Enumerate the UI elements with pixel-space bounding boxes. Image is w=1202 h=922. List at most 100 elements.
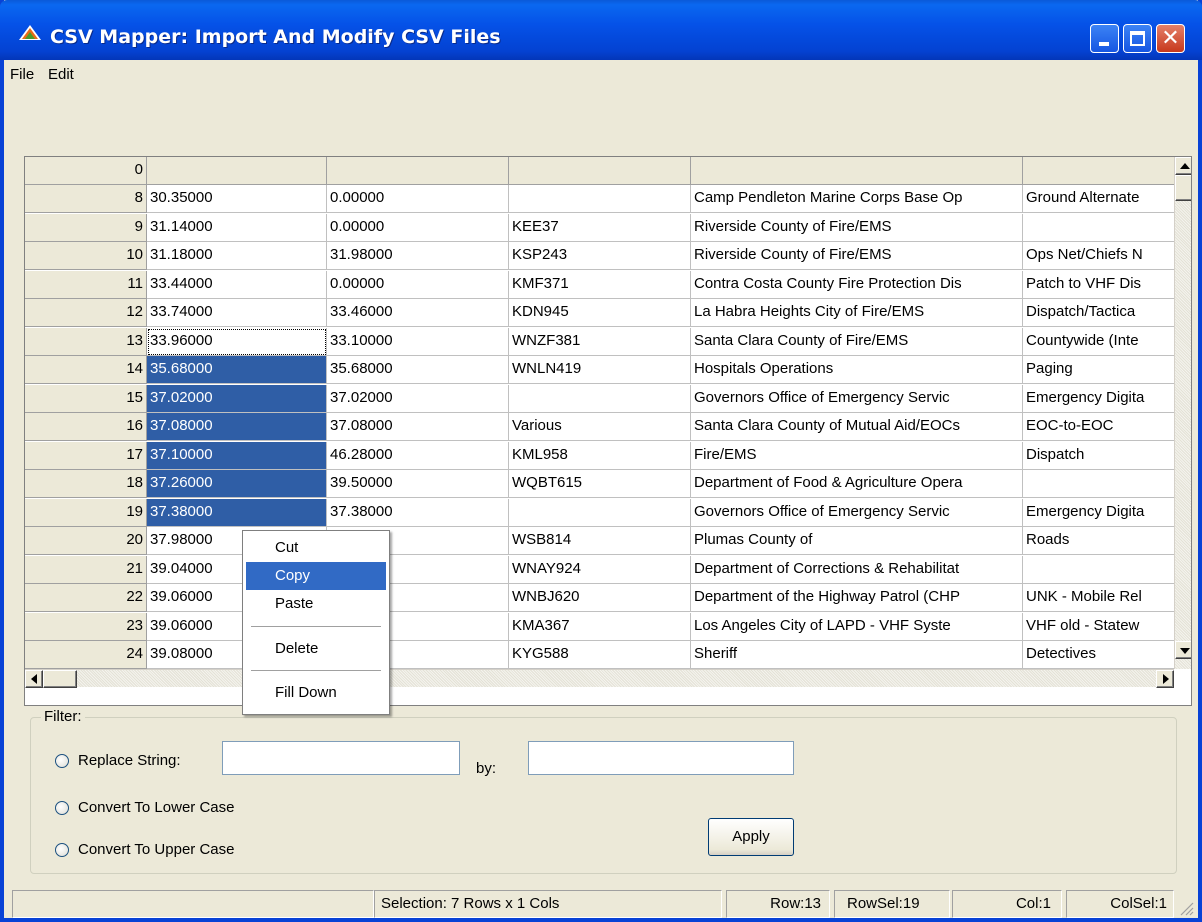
grid-cell[interactable]: Department of Corrections & Rehabilitat: [691, 556, 1023, 584]
grid-cell[interactable]: 33.46000: [327, 299, 509, 327]
grid-cell[interactable]: 0.00000: [327, 185, 509, 213]
grid-cell[interactable]: UNK - Mobile Rel: [1023, 584, 1175, 612]
replace-string-label[interactable]: Replace String:: [78, 752, 181, 769]
grid-cell[interactable]: KYG588: [509, 641, 691, 669]
grid-cell[interactable]: Governors Office of Emergency Servic: [691, 385, 1023, 413]
grid-cell[interactable]: WNAY924: [509, 556, 691, 584]
by-input[interactable]: [528, 741, 794, 775]
horizontal-scroll-thumb[interactable]: [43, 670, 77, 688]
grid-cell[interactable]: 37.08000: [147, 413, 327, 441]
row-header[interactable]: 17: [25, 442, 147, 470]
grid-cell[interactable]: Detectives: [1023, 641, 1175, 669]
replace-string-input[interactable]: [222, 741, 460, 775]
row-header[interactable]: 21: [25, 556, 147, 584]
row-header[interactable]: 8: [25, 185, 147, 213]
grid-cell[interactable]: Camp Pendleton Marine Corps Base Op: [691, 185, 1023, 213]
grid-cell[interactable]: [509, 185, 691, 213]
apply-button[interactable]: Apply: [708, 818, 794, 856]
grid-cell[interactable]: 33.10000: [327, 328, 509, 356]
column-header[interactable]: [691, 157, 1023, 185]
grid-cell[interactable]: EOC-to-EOC: [1023, 413, 1175, 441]
grid-cell[interactable]: WSB814: [509, 527, 691, 555]
grid-cell[interactable]: Countywide (Inte: [1023, 328, 1175, 356]
column-header[interactable]: [509, 157, 691, 185]
row-header[interactable]: 18: [25, 470, 147, 498]
grid-cell[interactable]: KEE37: [509, 214, 691, 242]
minimize-button[interactable]: [1090, 24, 1119, 53]
grid-cell[interactable]: 39.50000: [327, 470, 509, 498]
context-menu-paste[interactable]: Paste: [246, 590, 386, 618]
grid-cell[interactable]: KMA367: [509, 613, 691, 641]
maximize-button[interactable]: [1123, 24, 1152, 53]
grid-cell[interactable]: La Habra Heights City of Fire/EMS: [691, 299, 1023, 327]
grid-cell[interactable]: 37.38000: [147, 499, 327, 527]
grid-cell[interactable]: 46.28000: [327, 442, 509, 470]
grid-cell[interactable]: WNBJ620: [509, 584, 691, 612]
grid-cell[interactable]: Dispatch: [1023, 442, 1175, 470]
grid-cell[interactable]: WQBT615: [509, 470, 691, 498]
row-header[interactable]: 11: [25, 271, 147, 299]
scroll-right-button[interactable]: [1156, 670, 1174, 688]
grid-cell[interactable]: 0.00000: [327, 271, 509, 299]
grid-cell[interactable]: WNLN419: [509, 356, 691, 384]
upper-case-label[interactable]: Convert To Upper Case: [78, 841, 234, 858]
grid-cell[interactable]: Various: [509, 413, 691, 441]
title-bar[interactable]: CSV Mapper: Import And Modify CSV Files …: [0, 0, 1202, 60]
grid-cell[interactable]: Sheriff: [691, 641, 1023, 669]
row-header[interactable]: 14: [25, 356, 147, 384]
grid-cell[interactable]: [509, 385, 691, 413]
resize-grip-icon[interactable]: [1178, 900, 1194, 916]
grid-cell[interactable]: 30.35000: [147, 185, 327, 213]
grid-cell[interactable]: 33.96000: [147, 328, 327, 356]
grid-cell[interactable]: 31.98000: [327, 242, 509, 270]
grid-cell[interactable]: 35.68000: [147, 356, 327, 384]
horizontal-scrollbar[interactable]: [25, 669, 1174, 688]
grid-cell[interactable]: [509, 499, 691, 527]
grid-cell[interactable]: Patch to VHF Dis: [1023, 271, 1175, 299]
grid-cell[interactable]: Ground Alternate: [1023, 185, 1175, 213]
grid-cell[interactable]: 37.26000: [147, 470, 327, 498]
column-header[interactable]: [327, 157, 509, 185]
menu-edit[interactable]: Edit: [48, 66, 74, 83]
row-header[interactable]: 9: [25, 214, 147, 242]
grid-cell[interactable]: Department of the Highway Patrol (CHP: [691, 584, 1023, 612]
scroll-left-button[interactable]: [25, 670, 43, 688]
lower-case-label[interactable]: Convert To Lower Case: [78, 799, 234, 816]
menu-file[interactable]: File: [10, 66, 34, 83]
row-header[interactable]: 19: [25, 499, 147, 527]
grid-cell[interactable]: 33.44000: [147, 271, 327, 299]
context-menu-fill-down[interactable]: Fill Down: [246, 679, 386, 707]
grid-cell[interactable]: Riverside County of Fire/EMS: [691, 214, 1023, 242]
column-header[interactable]: [1023, 157, 1175, 185]
data-grid[interactable]: 0 8 30.35000 0.00000 Camp Pendleton Marine …: [24, 156, 1192, 706]
grid-cell[interactable]: KML958: [509, 442, 691, 470]
row-header[interactable]: 16: [25, 413, 147, 441]
grid-cell[interactable]: Riverside County of Fire/EMS: [691, 242, 1023, 270]
grid-cell[interactable]: Hospitals Operations: [691, 356, 1023, 384]
grid-cell[interactable]: 37.02000: [327, 385, 509, 413]
row-header[interactable]: 20: [25, 527, 147, 555]
column-header[interactable]: [147, 157, 327, 185]
grid-cell[interactable]: VHF old - Statew: [1023, 613, 1175, 641]
grid-cell[interactable]: Dispatch/Tactica: [1023, 299, 1175, 327]
grid-cell[interactable]: Department of Food & Agriculture Opera: [691, 470, 1023, 498]
grid-corner-header[interactable]: 0: [25, 157, 147, 185]
context-menu-cut[interactable]: Cut: [246, 534, 386, 562]
grid-cell[interactable]: 31.14000: [147, 214, 327, 242]
grid-cell[interactable]: KSP243: [509, 242, 691, 270]
grid-cell[interactable]: 33.74000: [147, 299, 327, 327]
grid-cell[interactable]: 37.02000: [147, 385, 327, 413]
vertical-scroll-thumb[interactable]: [1175, 175, 1191, 201]
grid-cell[interactable]: Emergency Digita: [1023, 385, 1175, 413]
row-header[interactable]: 23: [25, 613, 147, 641]
grid-cell[interactable]: [1023, 470, 1175, 498]
grid-cell[interactable]: [1023, 556, 1175, 584]
grid-cell[interactable]: Fire/EMS: [691, 442, 1023, 470]
vertical-scrollbar[interactable]: [1174, 157, 1191, 669]
replace-string-radio[interactable]: [55, 754, 69, 768]
row-header[interactable]: 12: [25, 299, 147, 327]
upper-case-radio[interactable]: [55, 843, 69, 857]
grid-cell[interactable]: 0.00000: [327, 214, 509, 242]
grid-cell[interactable]: Ops Net/Chiefs N: [1023, 242, 1175, 270]
scroll-down-button[interactable]: [1175, 641, 1191, 659]
